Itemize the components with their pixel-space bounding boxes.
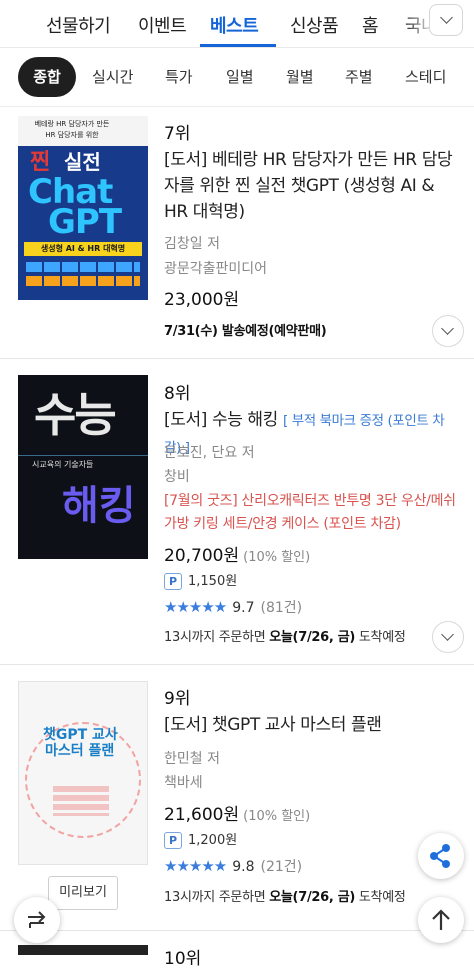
tabs-dropdown-button[interactable] <box>429 4 463 36</box>
shipping-prefix: 13시까지 주문하면 <box>164 630 270 645</box>
discount: (10% 할인) <box>243 550 311 565</box>
book-cover[interactable] <box>18 945 148 955</box>
star-rating-icon: ★★★★★ <box>164 857 227 875</box>
divider <box>0 664 474 665</box>
tab-home[interactable]: 홈 <box>362 12 379 38</box>
point-badge-icon: P <box>164 573 182 590</box>
price-value: 20,700원 <box>164 546 240 566</box>
cover-text: 시교육의 기술자들 <box>32 460 94 469</box>
chip-overall[interactable]: 종합 <box>18 57 76 97</box>
chevron-down-icon <box>440 11 453 24</box>
rating: ★★★★★ 9.8 (21건) <box>164 856 302 876</box>
expand-button[interactable] <box>432 315 464 347</box>
rating: ★★★★★ 9.7 (81건) <box>164 597 302 617</box>
shipping-info: 7/31(수) 발송예정(예약판매) <box>164 324 327 339</box>
share-icon <box>430 844 450 868</box>
price: 23,000원 <box>164 290 240 310</box>
publisher[interactable]: 책바세 <box>164 772 203 792</box>
shipping-suffix: 도착예정 <box>355 630 406 645</box>
expand-button[interactable] <box>432 621 464 653</box>
tab-gift[interactable]: 선물하기 <box>46 12 111 38</box>
category-chips: 종합 실시간 특가 일별 월별 주별 스테디 <box>0 49 474 107</box>
author[interactable]: 문호진, 단요 저 <box>164 442 255 462</box>
chip-daily[interactable]: 일별 <box>226 57 254 97</box>
author[interactable]: 김창일 저 <box>164 233 220 253</box>
rank: 10위 <box>164 949 202 969</box>
points: P 1,200원 <box>164 829 237 849</box>
discount: (10% 할인) <box>243 809 311 824</box>
chevron-down-icon <box>441 322 454 335</box>
rank: 7위 <box>164 124 191 144</box>
book-cover-suneung-hacking[interactable]: 수능 시교육의 기술자들 해킹 <box>18 375 148 559</box>
points-value: 1,150원 <box>188 574 238 589</box>
chip-monthly[interactable]: 월별 <box>286 57 314 97</box>
cover-text: 수능 <box>34 388 117 442</box>
chevron-down-icon <box>441 628 454 641</box>
cover-text: 베테랑 HR 담당자가 만든 <box>34 120 110 128</box>
rating-score: 9.7 <box>232 600 255 616</box>
divider <box>0 358 474 359</box>
tab-event[interactable]: 이벤트 <box>138 12 187 38</box>
review-count[interactable]: (81건) <box>261 600 303 616</box>
price-value: 21,600원 <box>164 805 240 825</box>
book-title-text: [도서] 수능 해킹 <box>164 410 278 430</box>
book-cover-chatgpt-hr[interactable]: 베테랑 HR 담당자가 만든 HR 담당자를 위한 찐 실전 Chat GPT … <box>18 116 148 300</box>
promo-text[interactable]: [7월의 굿즈] 산리오캐릭터즈 반투명 3단 우산/메쉬가방 키링 세트/안경… <box>164 490 464 536</box>
shipping-prefix: 13시까지 주문하면 <box>164 890 270 905</box>
shipping-info: 13시까지 주문하면 오늘(7/26, 금) 도착예정 <box>164 626 406 645</box>
rating-score: 9.8 <box>232 859 255 875</box>
cover-text: 해킹 <box>62 483 136 529</box>
book-title[interactable]: [도서] 베테랑 HR 담당자가 만든 HR 담당자를 위한 찐 실전 챗GPT… <box>164 147 460 225</box>
top-navigation: 선물하기 이벤트 베스트 신상품 홈 국내 <box>0 0 474 48</box>
cover-text: GPT <box>48 202 122 242</box>
shipping-date: 오늘(7/26, 금) <box>269 890 356 905</box>
rank: 9위 <box>164 689 191 709</box>
active-tab-indicator <box>200 44 276 47</box>
chip-steady[interactable]: 스테디 <box>405 57 446 97</box>
chip-special[interactable]: 특가 <box>165 57 193 97</box>
back-button[interactable] <box>14 897 60 943</box>
publisher[interactable]: 창비 <box>164 466 190 486</box>
cover-text: HR 담당자를 위한 <box>45 131 99 139</box>
point-badge-icon: P <box>164 832 182 849</box>
return-arrow-icon <box>28 911 46 928</box>
tab-best[interactable]: 베스트 <box>210 12 259 38</box>
shipping-date: 오늘(7/26, 금) <box>269 630 356 645</box>
scroll-top-button[interactable] <box>418 897 464 943</box>
publisher[interactable]: 광문각출판미디어 <box>164 258 267 278</box>
author[interactable]: 한민철 저 <box>164 748 220 768</box>
points-value: 1,200원 <box>188 833 238 848</box>
share-button[interactable] <box>418 833 464 879</box>
shipping-suffix: 도착예정 <box>355 890 406 905</box>
divider <box>0 930 474 931</box>
points: P 1,150원 <box>164 570 237 590</box>
cover-text: 생성형 AI & HR 대혁명 <box>24 242 142 256</box>
cover-text: 실전 <box>64 150 101 174</box>
price: 21,600원 (10% 할인) <box>164 800 310 825</box>
price: 20,700원 (10% 할인) <box>164 541 310 566</box>
review-count[interactable]: (21건) <box>261 859 303 875</box>
chip-weekly[interactable]: 주별 <box>345 57 373 97</box>
arrow-up-icon <box>432 909 450 930</box>
cover-text: 마스터 플랜 <box>45 743 115 759</box>
shipping-info: 13시까지 주문하면 오늘(7/26, 금) 도착예정 <box>164 886 406 905</box>
chip-realtime[interactable]: 실시간 <box>92 57 133 97</box>
tab-new[interactable]: 신상품 <box>290 12 339 38</box>
book-cover-chatgpt-teacher[interactable]: 챗GPT 교사 마스터 플랜 <box>18 681 148 865</box>
book-title[interactable]: [도서] 챗GPT 교사 마스터 플랜 <box>164 712 460 738</box>
rank: 8위 <box>164 384 191 404</box>
star-rating-icon: ★★★★★ <box>164 598 227 616</box>
